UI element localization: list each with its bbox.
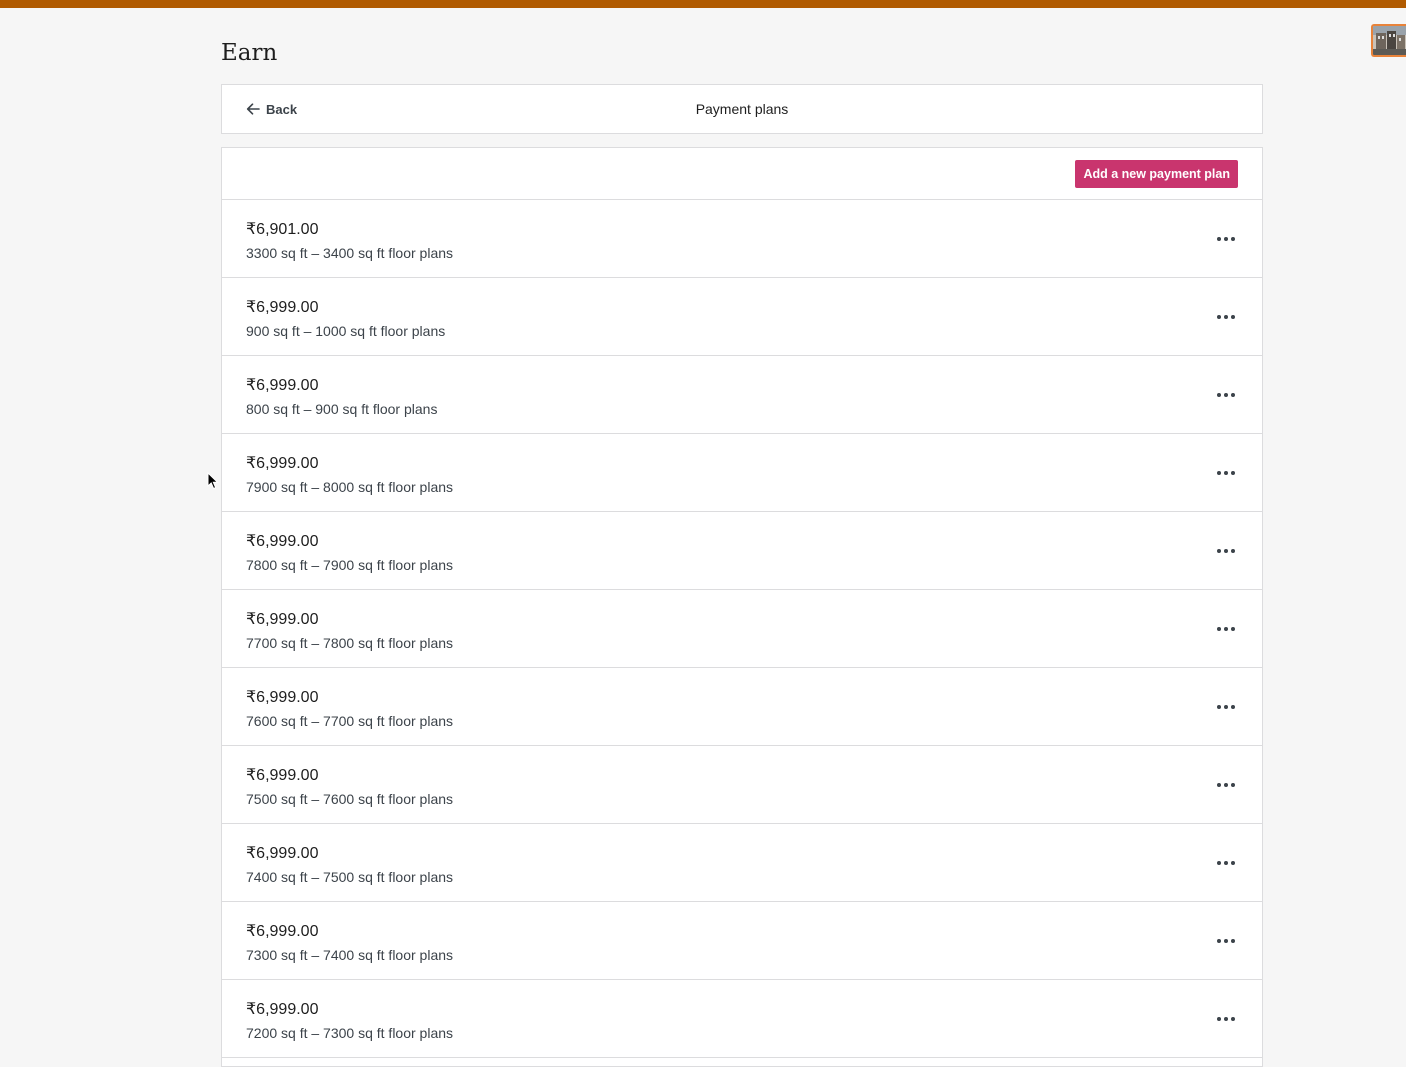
site-thumbnail-icon[interactable] bbox=[1371, 24, 1406, 57]
plan-row[interactable]: ₹6,999.00 7200 sq ft – 7300 sq ft floor p… bbox=[222, 980, 1262, 1058]
ellipsis-icon bbox=[1217, 549, 1235, 553]
plan-price: ₹6,999.00 bbox=[246, 1001, 319, 1018]
back-label: Back bbox=[266, 101, 298, 117]
section-header: Back Payment plans bbox=[221, 84, 1263, 134]
more-options-button[interactable] bbox=[1214, 1009, 1238, 1029]
building-photo-icon bbox=[1373, 26, 1406, 55]
plan-row[interactable]: ₹6,999.00 7800 sq ft – 7900 sq ft floor p… bbox=[222, 512, 1262, 590]
plan-price: ₹6,901.00 bbox=[246, 221, 319, 238]
back-button[interactable]: Back bbox=[246, 85, 297, 133]
page-title: Earn bbox=[221, 40, 278, 66]
plan-description: 7700 sq ft – 7800 sq ft floor plans bbox=[246, 635, 454, 651]
more-options-button[interactable] bbox=[1214, 307, 1238, 327]
ellipsis-icon bbox=[1217, 783, 1235, 787]
ellipsis-icon bbox=[1217, 315, 1235, 319]
plan-row[interactable]: ₹6,999.00 7400 sq ft – 7500 sq ft floor p… bbox=[222, 824, 1262, 902]
plan-description: 7600 sq ft – 7700 sq ft floor plans bbox=[246, 713, 454, 729]
ellipsis-icon bbox=[1217, 237, 1235, 241]
plan-description: 7300 sq ft – 7400 sq ft floor plans bbox=[246, 947, 454, 963]
ellipsis-icon bbox=[1217, 393, 1235, 397]
plan-row[interactable]: ₹6,999.00 800 sq ft – 900 sq ft floor pla… bbox=[222, 356, 1262, 434]
plan-price: ₹6,999.00 bbox=[246, 845, 319, 862]
more-options-button[interactable] bbox=[1214, 853, 1238, 873]
plan-row[interactable]: ₹6,999.00 7900 sq ft – 8000 sq ft floor p… bbox=[222, 434, 1262, 512]
add-payment-plan-button[interactable]: Add a new payment plan bbox=[1075, 160, 1238, 188]
plan-row[interactable]: ₹6,901.00 3300 sq ft – 3400 sq ft floor p… bbox=[222, 200, 1262, 278]
more-options-button[interactable] bbox=[1214, 619, 1238, 639]
ellipsis-icon bbox=[1217, 705, 1235, 709]
plan-description: 3300 sq ft – 3400 sq ft floor plans bbox=[246, 245, 454, 261]
ellipsis-icon bbox=[1217, 861, 1235, 865]
plan-row[interactable]: ₹6,999.00 7300 sq ft – 7400 sq ft floor p… bbox=[222, 902, 1262, 980]
plan-row[interactable]: ₹6,999.00 7600 sq ft – 7700 sq ft floor p… bbox=[222, 668, 1262, 746]
plan-price: ₹6,999.00 bbox=[246, 767, 319, 784]
plan-description: 7200 sq ft – 7300 sq ft floor plans bbox=[246, 1025, 454, 1041]
more-options-button[interactable] bbox=[1214, 463, 1238, 483]
ellipsis-icon bbox=[1217, 939, 1235, 943]
arrow-left-icon bbox=[246, 103, 260, 115]
plan-description: 7500 sq ft – 7600 sq ft floor plans bbox=[246, 791, 454, 807]
payment-plans-list: Add a new payment plan ₹6,901.00 3300 sq … bbox=[221, 147, 1263, 1067]
plan-row[interactable]: ₹6,999.00 7500 sq ft – 7600 sq ft floor p… bbox=[222, 746, 1262, 824]
ellipsis-icon bbox=[1217, 1017, 1235, 1021]
more-options-button[interactable] bbox=[1214, 229, 1238, 249]
ellipsis-icon bbox=[1217, 627, 1235, 631]
plan-price: ₹6,999.00 bbox=[246, 377, 319, 394]
more-options-button[interactable] bbox=[1214, 385, 1238, 405]
more-options-button[interactable] bbox=[1214, 775, 1238, 795]
top-bar bbox=[0, 0, 1406, 8]
plan-rows: ₹6,901.00 3300 sq ft – 3400 sq ft floor p… bbox=[222, 200, 1262, 1058]
plan-description: 900 sq ft – 1000 sq ft floor plans bbox=[246, 323, 446, 339]
more-options-button[interactable] bbox=[1214, 931, 1238, 951]
plan-price: ₹6,999.00 bbox=[246, 299, 319, 316]
plan-price: ₹6,999.00 bbox=[246, 533, 319, 550]
more-options-button[interactable] bbox=[1214, 541, 1238, 561]
plan-description: 800 sq ft – 900 sq ft floor plans bbox=[246, 401, 438, 417]
plan-description: 7900 sq ft – 8000 sq ft floor plans bbox=[246, 479, 454, 495]
header-title: Payment plans bbox=[695, 101, 789, 117]
more-options-button[interactable] bbox=[1214, 697, 1238, 717]
plan-price: ₹6,999.00 bbox=[246, 611, 319, 628]
list-toolbar: Add a new payment plan bbox=[222, 148, 1262, 200]
plan-row[interactable]: ₹6,999.00 900 sq ft – 1000 sq ft floor pl… bbox=[222, 278, 1262, 356]
plan-price: ₹6,999.00 bbox=[246, 923, 319, 940]
plan-description: 7400 sq ft – 7500 sq ft floor plans bbox=[246, 869, 454, 885]
plan-price: ₹6,999.00 bbox=[246, 689, 319, 706]
plan-description: 7800 sq ft – 7900 sq ft floor plans bbox=[246, 557, 454, 573]
plan-row[interactable]: ₹6,999.00 7700 sq ft – 7800 sq ft floor p… bbox=[222, 590, 1262, 668]
mouse-cursor-icon bbox=[207, 472, 219, 490]
ellipsis-icon bbox=[1217, 471, 1235, 475]
plan-price: ₹6,999.00 bbox=[246, 455, 319, 472]
